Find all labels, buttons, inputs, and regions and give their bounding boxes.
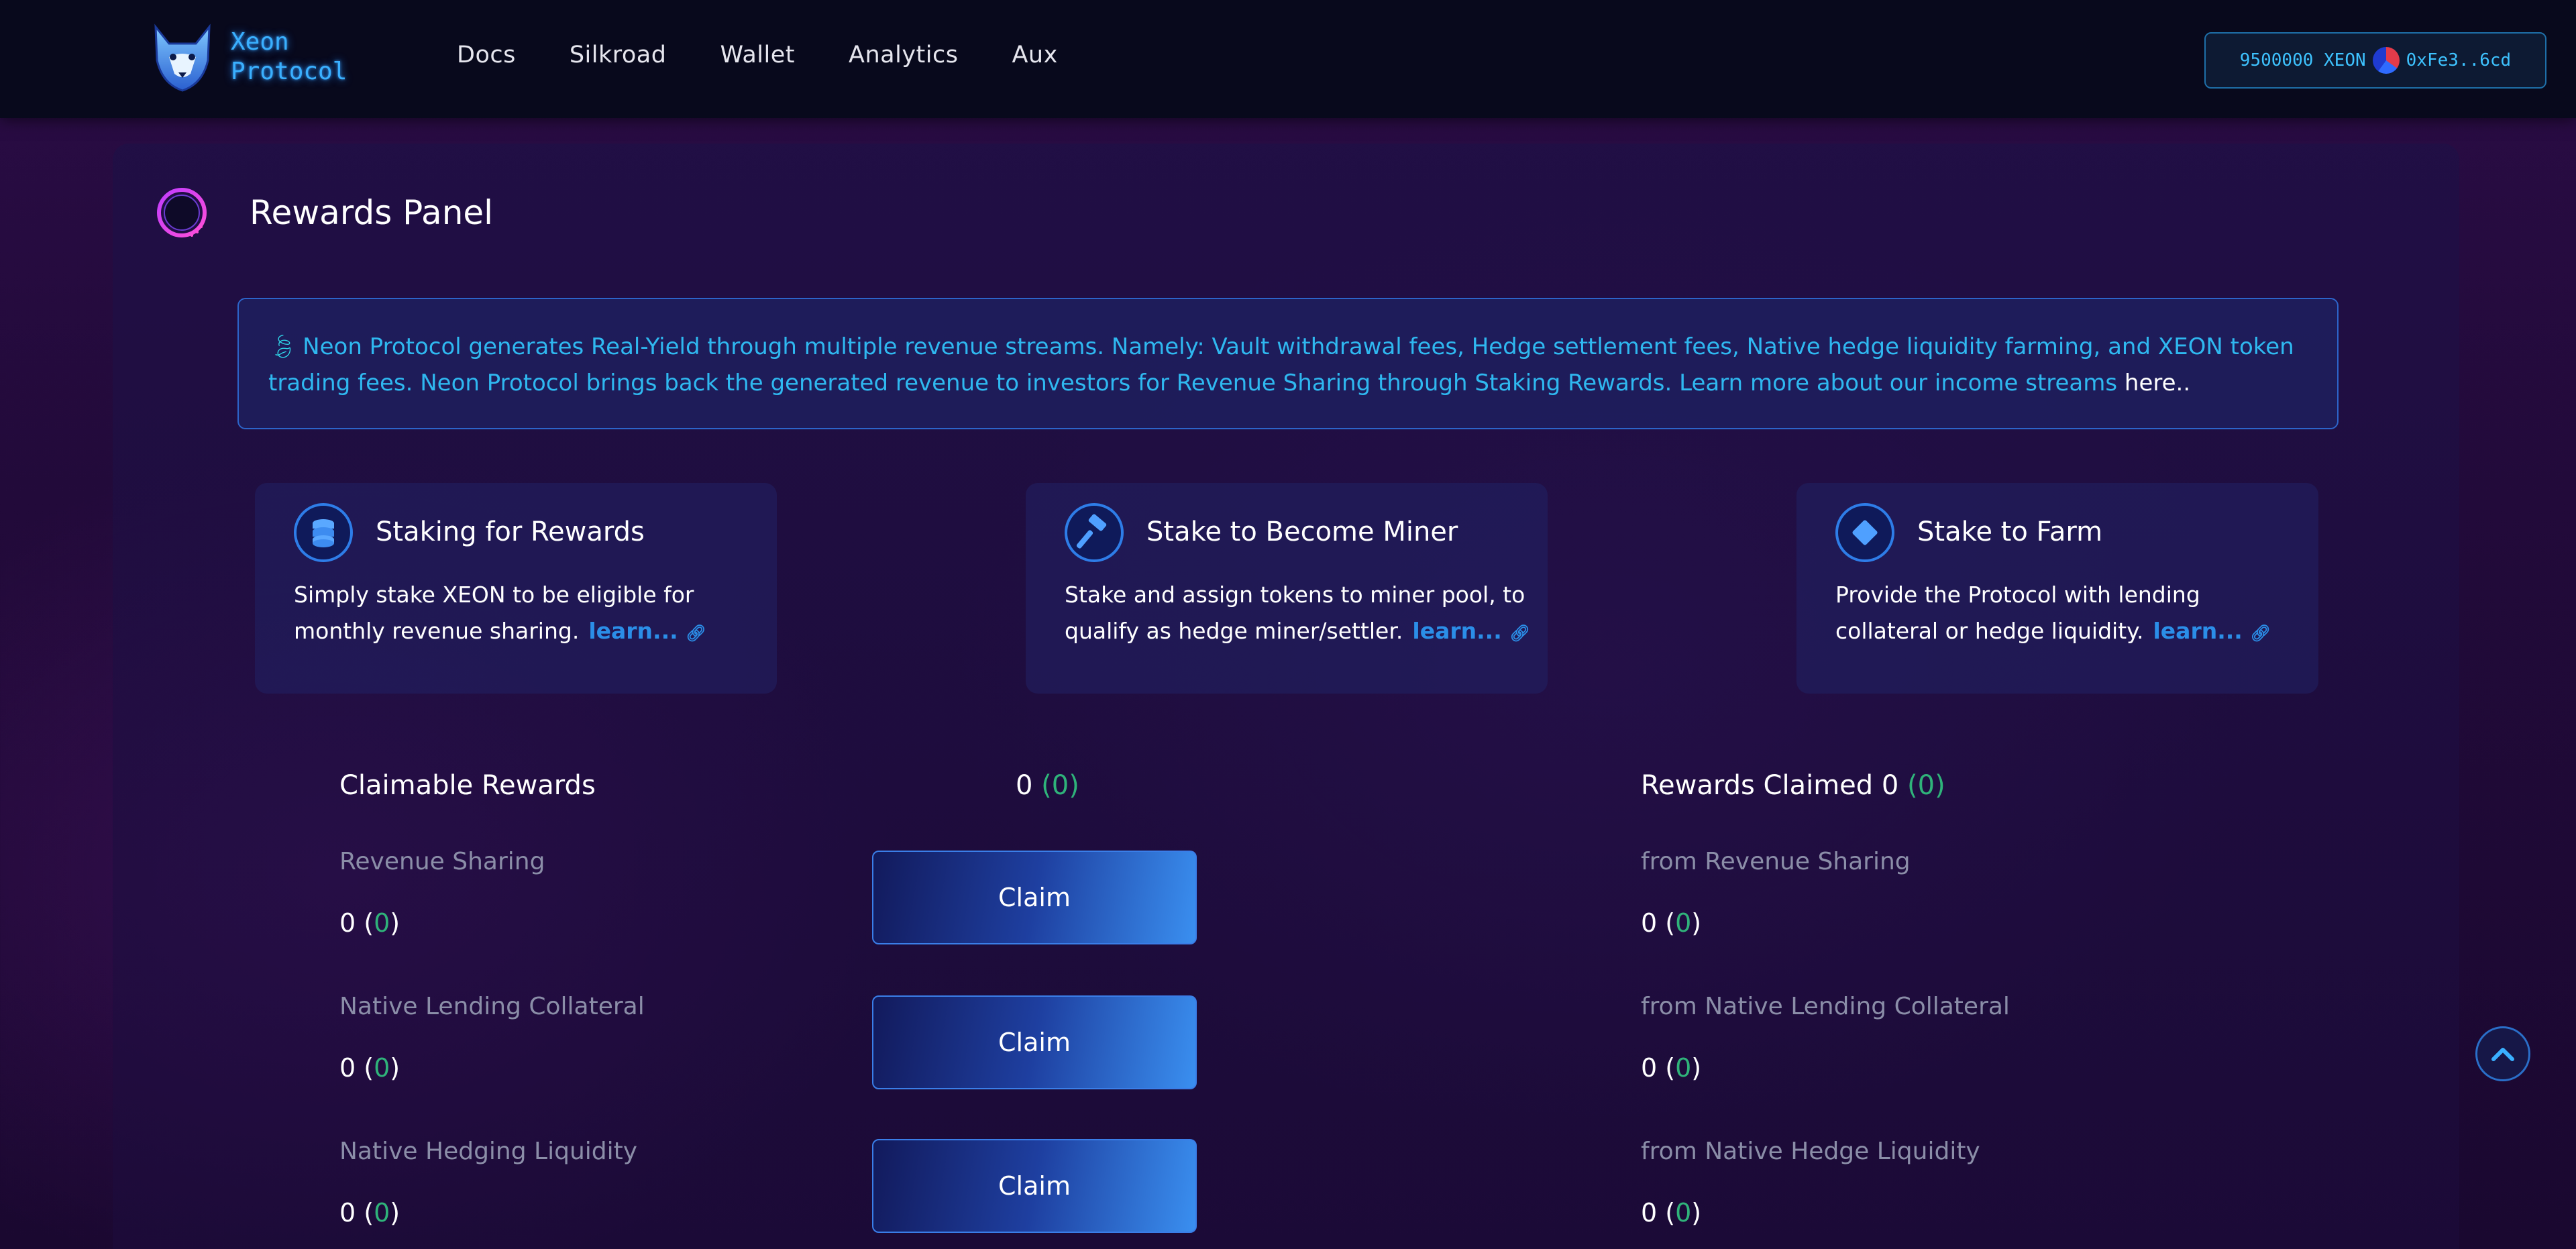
claim-lending-button[interactable]: Claim [872, 995, 1197, 1089]
info-banner: 🍃︎ Neon Protocol generates Real-Yield thr… [237, 298, 2339, 429]
wallet-address: 0xFe3..6cd [2406, 50, 2512, 70]
rewards-claimed-total: 0 [1881, 770, 1899, 801]
claimable-sub: 0 [374, 908, 390, 938]
learn-label: learn... [2153, 618, 2243, 644]
card-stake-farm: Stake to Farm Provide the Protocol with … [1796, 483, 2318, 694]
card-staking-rewards: Staking for Rewards Simply stake XEON to… [255, 483, 777, 694]
learn-label: learn... [588, 618, 678, 644]
brand-line-1: Xeon [231, 28, 289, 56]
leaf-icon: 🍃︎ [268, 333, 298, 360]
income-streams-link[interactable]: here.. [2125, 370, 2190, 396]
claimed-value: 0 [1641, 908, 1658, 938]
diamond-icon [1835, 503, 1894, 562]
learn-label: learn... [1412, 618, 1502, 644]
claimable-value-lending: 0 (0) [339, 1053, 400, 1083]
claimed-value-lending: 0 (0) [1641, 1053, 1702, 1083]
brand-name: Xeon Protocol [231, 28, 347, 87]
claim-hedging-button[interactable]: Claim [872, 1139, 1197, 1233]
card-title: Staking for Rewards [376, 517, 645, 547]
nav-silkroad[interactable]: Silkroad [570, 42, 667, 68]
claimable-total-value: 0 [1016, 770, 1033, 801]
learn-link[interactable]: learn... 🔗︎ [588, 618, 706, 644]
scroll-to-top-button[interactable] [2475, 1026, 2530, 1081]
card-stake-miner: Stake to Become Miner Stake and assign t… [1026, 483, 1548, 694]
claimed-sub: 0 [1675, 1053, 1692, 1083]
rewards-claimed-title: Rewards Claimed 0 (0) [1641, 770, 1945, 801]
claimable-sub: 0 [374, 1198, 390, 1228]
wallet-balance: 9500000 XEON [2239, 50, 2366, 70]
claimable-label-lending: Native Lending Collateral [339, 993, 645, 1020]
chevron-up-icon [2491, 1048, 2514, 1061]
claimed-label-revenue: from Revenue Sharing [1641, 848, 1911, 875]
claimable-label-revenue: Revenue Sharing [339, 848, 545, 875]
rewards-panel: Rewards Panel 🍃︎ Neon Protocol generates … [113, 144, 2459, 1249]
claimable-value: 0 [339, 1198, 356, 1228]
claimed-sub: 0 [1675, 908, 1692, 938]
claimable-sub: 0 [374, 1053, 390, 1083]
claimed-label-lending: from Native Lending Collateral [1641, 993, 2010, 1020]
nav-analytics[interactable]: Analytics [849, 42, 958, 68]
wallet-button[interactable]: 9500000 XEON 0xFe3..6cd [2204, 32, 2546, 89]
card-title: Stake to Become Miner [1146, 517, 1458, 547]
claimable-value-hedging: 0 (0) [339, 1198, 400, 1228]
claimed-value-hedge: 0 (0) [1641, 1198, 1702, 1228]
rewards-claimed-sub: 0 [1917, 770, 1935, 801]
claimed-value-revenue: 0 (0) [1641, 908, 1702, 938]
coins-icon [294, 503, 353, 562]
claimable-value-revenue: 0 (0) [339, 908, 400, 938]
rewards-claimed-label: Rewards Claimed [1641, 770, 1874, 801]
learn-link[interactable]: learn... 🔗︎ [2153, 618, 2270, 644]
nav-wallet[interactable]: Wallet [720, 42, 795, 68]
claimable-value: 0 [339, 1053, 356, 1083]
claim-revenue-button[interactable]: Claim [872, 851, 1197, 944]
link-icon: 🔗︎ [2250, 624, 2271, 643]
link-icon: 🔗︎ [686, 624, 706, 643]
card-description: Provide the Protocol with lending collat… [1835, 577, 2305, 651]
ring-icon [157, 188, 207, 237]
card-description: Simply stake XEON to be eligible for mon… [294, 577, 763, 651]
claimed-value: 0 [1641, 1198, 1658, 1228]
claimed-value: 0 [1641, 1053, 1658, 1083]
nav-aux[interactable]: Aux [1012, 42, 1057, 68]
info-text: Neon Protocol generates Real-Yield throu… [268, 333, 2294, 396]
card-title: Stake to Farm [1917, 517, 2103, 547]
claimed-label-hedge: from Native Hedge Liquidity [1641, 1138, 1980, 1165]
nav-docs[interactable]: Docs [457, 42, 516, 68]
learn-link[interactable]: learn... 🔗︎ [1412, 618, 1529, 644]
claimable-label-hedging: Native Hedging Liquidity [339, 1138, 638, 1165]
husky-logo-icon [154, 23, 211, 92]
claimable-rewards-title: Claimable Rewards [339, 770, 596, 801]
claimable-value: 0 [339, 908, 356, 938]
claimable-total-sub: 0 [1051, 770, 1069, 801]
link-icon: 🔗︎ [1509, 624, 1530, 643]
page-title: Rewards Panel [250, 193, 494, 232]
brand-logo[interactable]: Xeon Protocol [149, 20, 347, 94]
hammer-icon [1065, 503, 1124, 562]
panel-header: Rewards Panel [154, 185, 493, 240]
brand-line-2: Protocol [231, 58, 347, 85]
wallet-avatar-icon [2372, 47, 2400, 74]
card-desc-text: Provide the Protocol with lending collat… [1835, 582, 2200, 644]
card-description: Stake and assign tokens to miner pool, t… [1065, 577, 1534, 651]
claimed-sub: 0 [1675, 1198, 1692, 1228]
nav-links: Docs Silkroad Wallet Analytics Aux [457, 42, 1112, 68]
navbar: Xeon Protocol Docs Silkroad Wallet Analy… [0, 0, 2576, 118]
claimable-total: 0 (0) [1016, 770, 1079, 801]
